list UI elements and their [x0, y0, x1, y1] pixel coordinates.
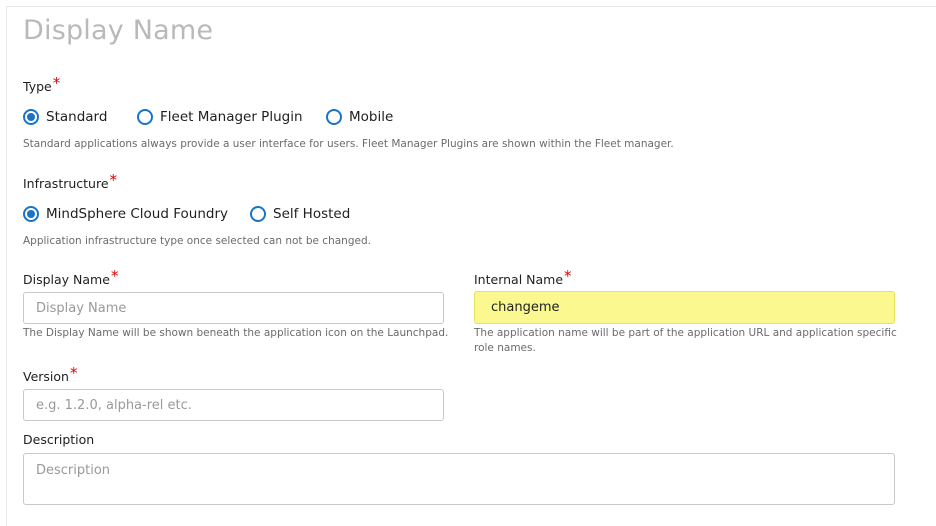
infrastructure-radio-self-hosted-label: Self Hosted — [273, 206, 351, 222]
infrastructure-label: Infrastructure* — [23, 171, 118, 192]
required-asterisk: * — [109, 171, 118, 189]
display-name-label: Display Name* — [23, 267, 119, 288]
internal-name-hint: The application name will be part of the… — [474, 327, 897, 354]
infrastructure-radio-mindsphere[interactable]: MindSphere Cloud Foundry — [23, 206, 228, 222]
required-asterisk: * — [564, 267, 572, 285]
type-radio-fleet-manager-plugin-label: Fleet Manager Plugin — [160, 109, 303, 125]
type-radio-mobile[interactable]: Mobile — [326, 109, 393, 125]
radio-unselected-icon[interactable] — [137, 109, 153, 125]
type-label-text: Type — [23, 79, 52, 94]
type-radio-fleet-manager-plugin[interactable]: Fleet Manager Plugin — [137, 109, 303, 125]
description-label: Description — [23, 432, 95, 447]
form-card — [6, 6, 936, 526]
display-name-hint: The Display Name will be shown beneath t… — [23, 327, 449, 339]
internal-name-label-text: Internal Name — [474, 272, 564, 287]
display-name-input[interactable] — [23, 292, 444, 324]
radio-dot-icon — [27, 210, 35, 218]
required-asterisk: * — [110, 267, 119, 285]
type-hint: Standard applications always provide a u… — [23, 138, 674, 150]
infrastructure-radio-mindsphere-label: MindSphere Cloud Foundry — [46, 206, 228, 222]
radio-unselected-icon[interactable] — [250, 206, 266, 222]
radio-dot-icon — [27, 113, 35, 121]
radio-selected-icon[interactable] — [23, 109, 39, 125]
type-radio-standard-label: Standard — [46, 109, 108, 125]
type-label: Type* — [23, 74, 61, 95]
version-label-text: Version — [23, 369, 69, 384]
version-label: Version* — [23, 364, 78, 385]
radio-selected-icon[interactable] — [23, 206, 39, 222]
description-textarea[interactable] — [23, 453, 895, 505]
type-radio-mobile-label: Mobile — [349, 109, 394, 125]
version-input[interactable] — [23, 389, 444, 421]
required-asterisk: * — [52, 74, 61, 92]
required-asterisk: * — [69, 364, 78, 382]
page-title: Display Name — [23, 15, 214, 46]
radio-unselected-icon[interactable] — [326, 109, 342, 125]
infrastructure-hint: Application infrastructure type once sel… — [23, 235, 371, 247]
infrastructure-radio-self-hosted[interactable]: Self Hosted — [250, 206, 350, 222]
infrastructure-label-text: Infrastructure — [23, 176, 109, 191]
internal-name-label: Internal Name* — [474, 267, 572, 288]
type-radio-standard[interactable]: Standard — [23, 109, 107, 125]
display-name-label-text: Display Name — [23, 272, 110, 287]
internal-name-input[interactable] — [474, 291, 895, 324]
